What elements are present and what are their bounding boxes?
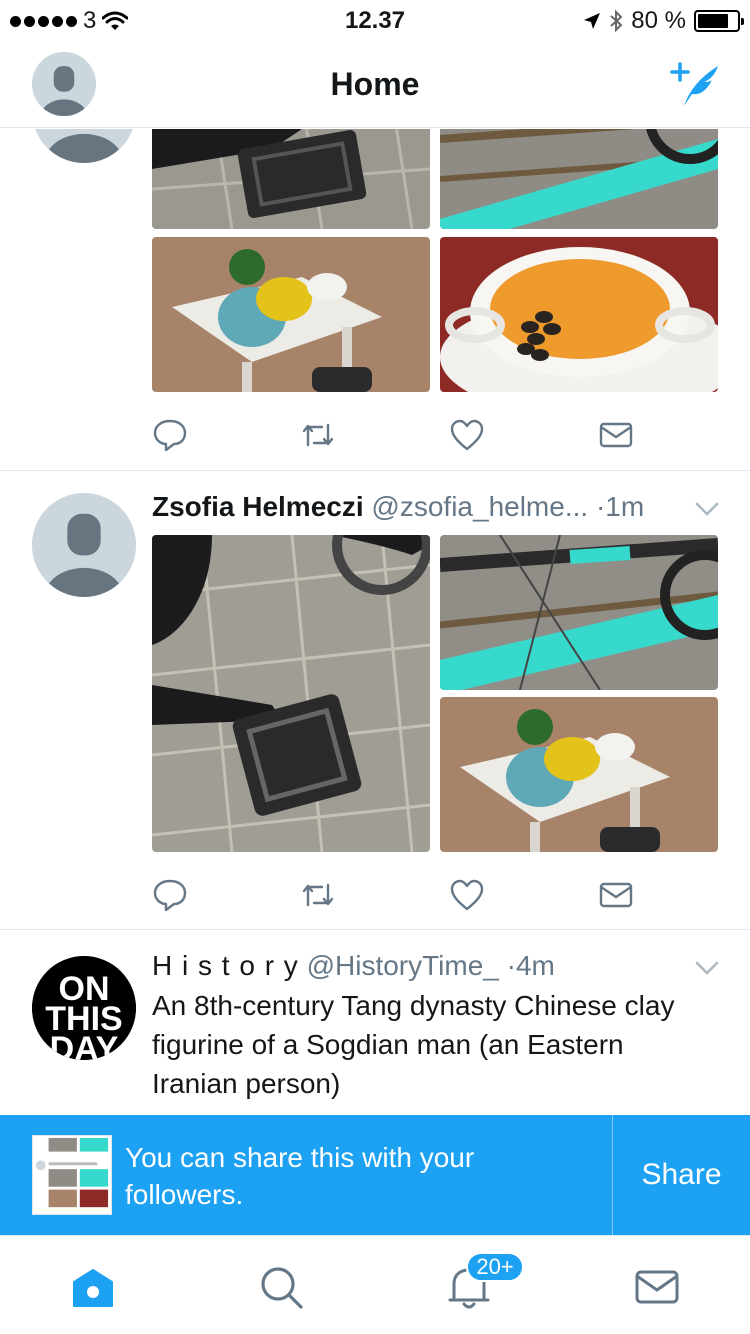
like-button[interactable] bbox=[449, 417, 485, 453]
like-button[interactable] bbox=[449, 877, 485, 913]
reply-button[interactable] bbox=[152, 877, 188, 913]
top-navigation-bar: Home bbox=[0, 40, 750, 128]
pedal-photo bbox=[152, 535, 430, 852]
tweet-header: Zsofia Helmeczi @zsofia_helme... ·1m bbox=[152, 491, 644, 523]
message-icon bbox=[599, 882, 633, 908]
tweet-photo-pedal[interactable] bbox=[152, 129, 430, 229]
author-handle[interactable]: @zsofia_helme... bbox=[371, 491, 588, 522]
battery-icon bbox=[694, 10, 744, 32]
tweet[interactable]: ON THIS DAY H i s t o r y @HistoryTime_ … bbox=[0, 930, 750, 1115]
tweet-text: An 8th-century Tang dynasty Chinese clay… bbox=[152, 990, 675, 1099]
message-icon bbox=[599, 422, 633, 448]
tweet-menu-button[interactable] bbox=[694, 501, 720, 517]
tweet[interactable] bbox=[0, 129, 750, 471]
tweet-header: H i s t o r y @HistoryTime_ ·4m bbox=[152, 950, 555, 982]
chain-photo bbox=[440, 535, 718, 690]
tab-home[interactable] bbox=[70, 1264, 116, 1310]
retweet-button[interactable] bbox=[300, 417, 336, 453]
tweet-author-avatar[interactable] bbox=[32, 493, 136, 597]
tweet-photo-pedal[interactable] bbox=[152, 535, 430, 852]
direct-message-button[interactable] bbox=[598, 417, 634, 453]
reply-icon bbox=[153, 879, 187, 912]
messages-icon bbox=[635, 1270, 679, 1304]
table-photo bbox=[440, 697, 718, 852]
on-this-day-logo: ON THIS DAY bbox=[32, 956, 136, 1060]
bluetooth-icon bbox=[610, 10, 623, 32]
reply-button[interactable] bbox=[152, 417, 188, 453]
tweet-photo-chain[interactable] bbox=[440, 129, 718, 229]
author-name[interactable]: H i s t o r y bbox=[152, 950, 299, 981]
bottom-tab-bar bbox=[0, 1235, 750, 1334]
location-arrow-icon bbox=[584, 13, 601, 29]
tweet-actions bbox=[152, 877, 634, 917]
notifications-badge: 20+ bbox=[466, 1252, 524, 1282]
tweet-photo-table[interactable] bbox=[440, 697, 718, 852]
tweet-actions bbox=[152, 417, 634, 457]
tweet-timestamp: 4m bbox=[515, 950, 555, 981]
pedal-photo bbox=[152, 129, 430, 229]
reply-icon bbox=[153, 419, 187, 452]
author-name[interactable]: Zsofia Helmeczi bbox=[152, 491, 364, 522]
share-message: You can share this with your followers. bbox=[125, 1142, 475, 1210]
direct-message-button[interactable] bbox=[598, 877, 634, 913]
share-banner: You can share this with your followers. … bbox=[0, 1115, 750, 1235]
tweet-menu-button[interactable] bbox=[694, 960, 720, 976]
table-photo bbox=[152, 237, 430, 392]
tab-messages[interactable] bbox=[634, 1264, 680, 1310]
soup-photo bbox=[440, 237, 718, 392]
tweet-timestamp: 1m bbox=[605, 491, 645, 522]
svg-text:DAY: DAY bbox=[50, 1030, 119, 1060]
compose-tweet-button[interactable] bbox=[670, 60, 722, 110]
page-title: Home bbox=[330, 66, 420, 102]
retweet-button[interactable] bbox=[300, 877, 336, 913]
tweet-author-avatar[interactable]: ON THIS DAY bbox=[32, 956, 136, 1060]
tweet-photo-soup[interactable] bbox=[440, 237, 718, 392]
default-avatar-icon bbox=[32, 129, 136, 163]
retweet-icon bbox=[302, 423, 334, 447]
chain-photo bbox=[440, 129, 718, 229]
retweet-icon bbox=[302, 883, 334, 907]
tweet[interactable]: Zsofia Helmeczi @zsofia_helme... ·1m bbox=[0, 471, 750, 930]
home-icon bbox=[73, 1269, 113, 1307]
share-preview-thumbnail bbox=[32, 1135, 112, 1215]
like-icon bbox=[450, 419, 484, 451]
chevron-down-icon bbox=[695, 502, 719, 516]
like-icon bbox=[450, 879, 484, 911]
battery-percentage: 80 % bbox=[631, 7, 686, 34]
tweet-photo-chain[interactable] bbox=[440, 535, 718, 690]
chevron-down-icon bbox=[695, 961, 719, 975]
tab-search[interactable] bbox=[258, 1264, 304, 1310]
status-bar: 3 12.37 80 % bbox=[0, 0, 750, 40]
search-icon bbox=[261, 1267, 303, 1309]
timeline-feed[interactable]: Zsofia Helmeczi @zsofia_helme... ·1m ON … bbox=[0, 129, 750, 1115]
share-button[interactable]: Share bbox=[613, 1115, 750, 1235]
compose-tweet-icon bbox=[670, 62, 718, 106]
tweet-photo-table[interactable] bbox=[152, 237, 430, 392]
default-avatar-icon bbox=[32, 493, 136, 597]
separator: · bbox=[595, 491, 606, 522]
separator: · bbox=[506, 950, 516, 981]
tweet-author-avatar[interactable] bbox=[32, 129, 136, 163]
author-handle[interactable]: @HistoryTime_ bbox=[307, 950, 499, 981]
